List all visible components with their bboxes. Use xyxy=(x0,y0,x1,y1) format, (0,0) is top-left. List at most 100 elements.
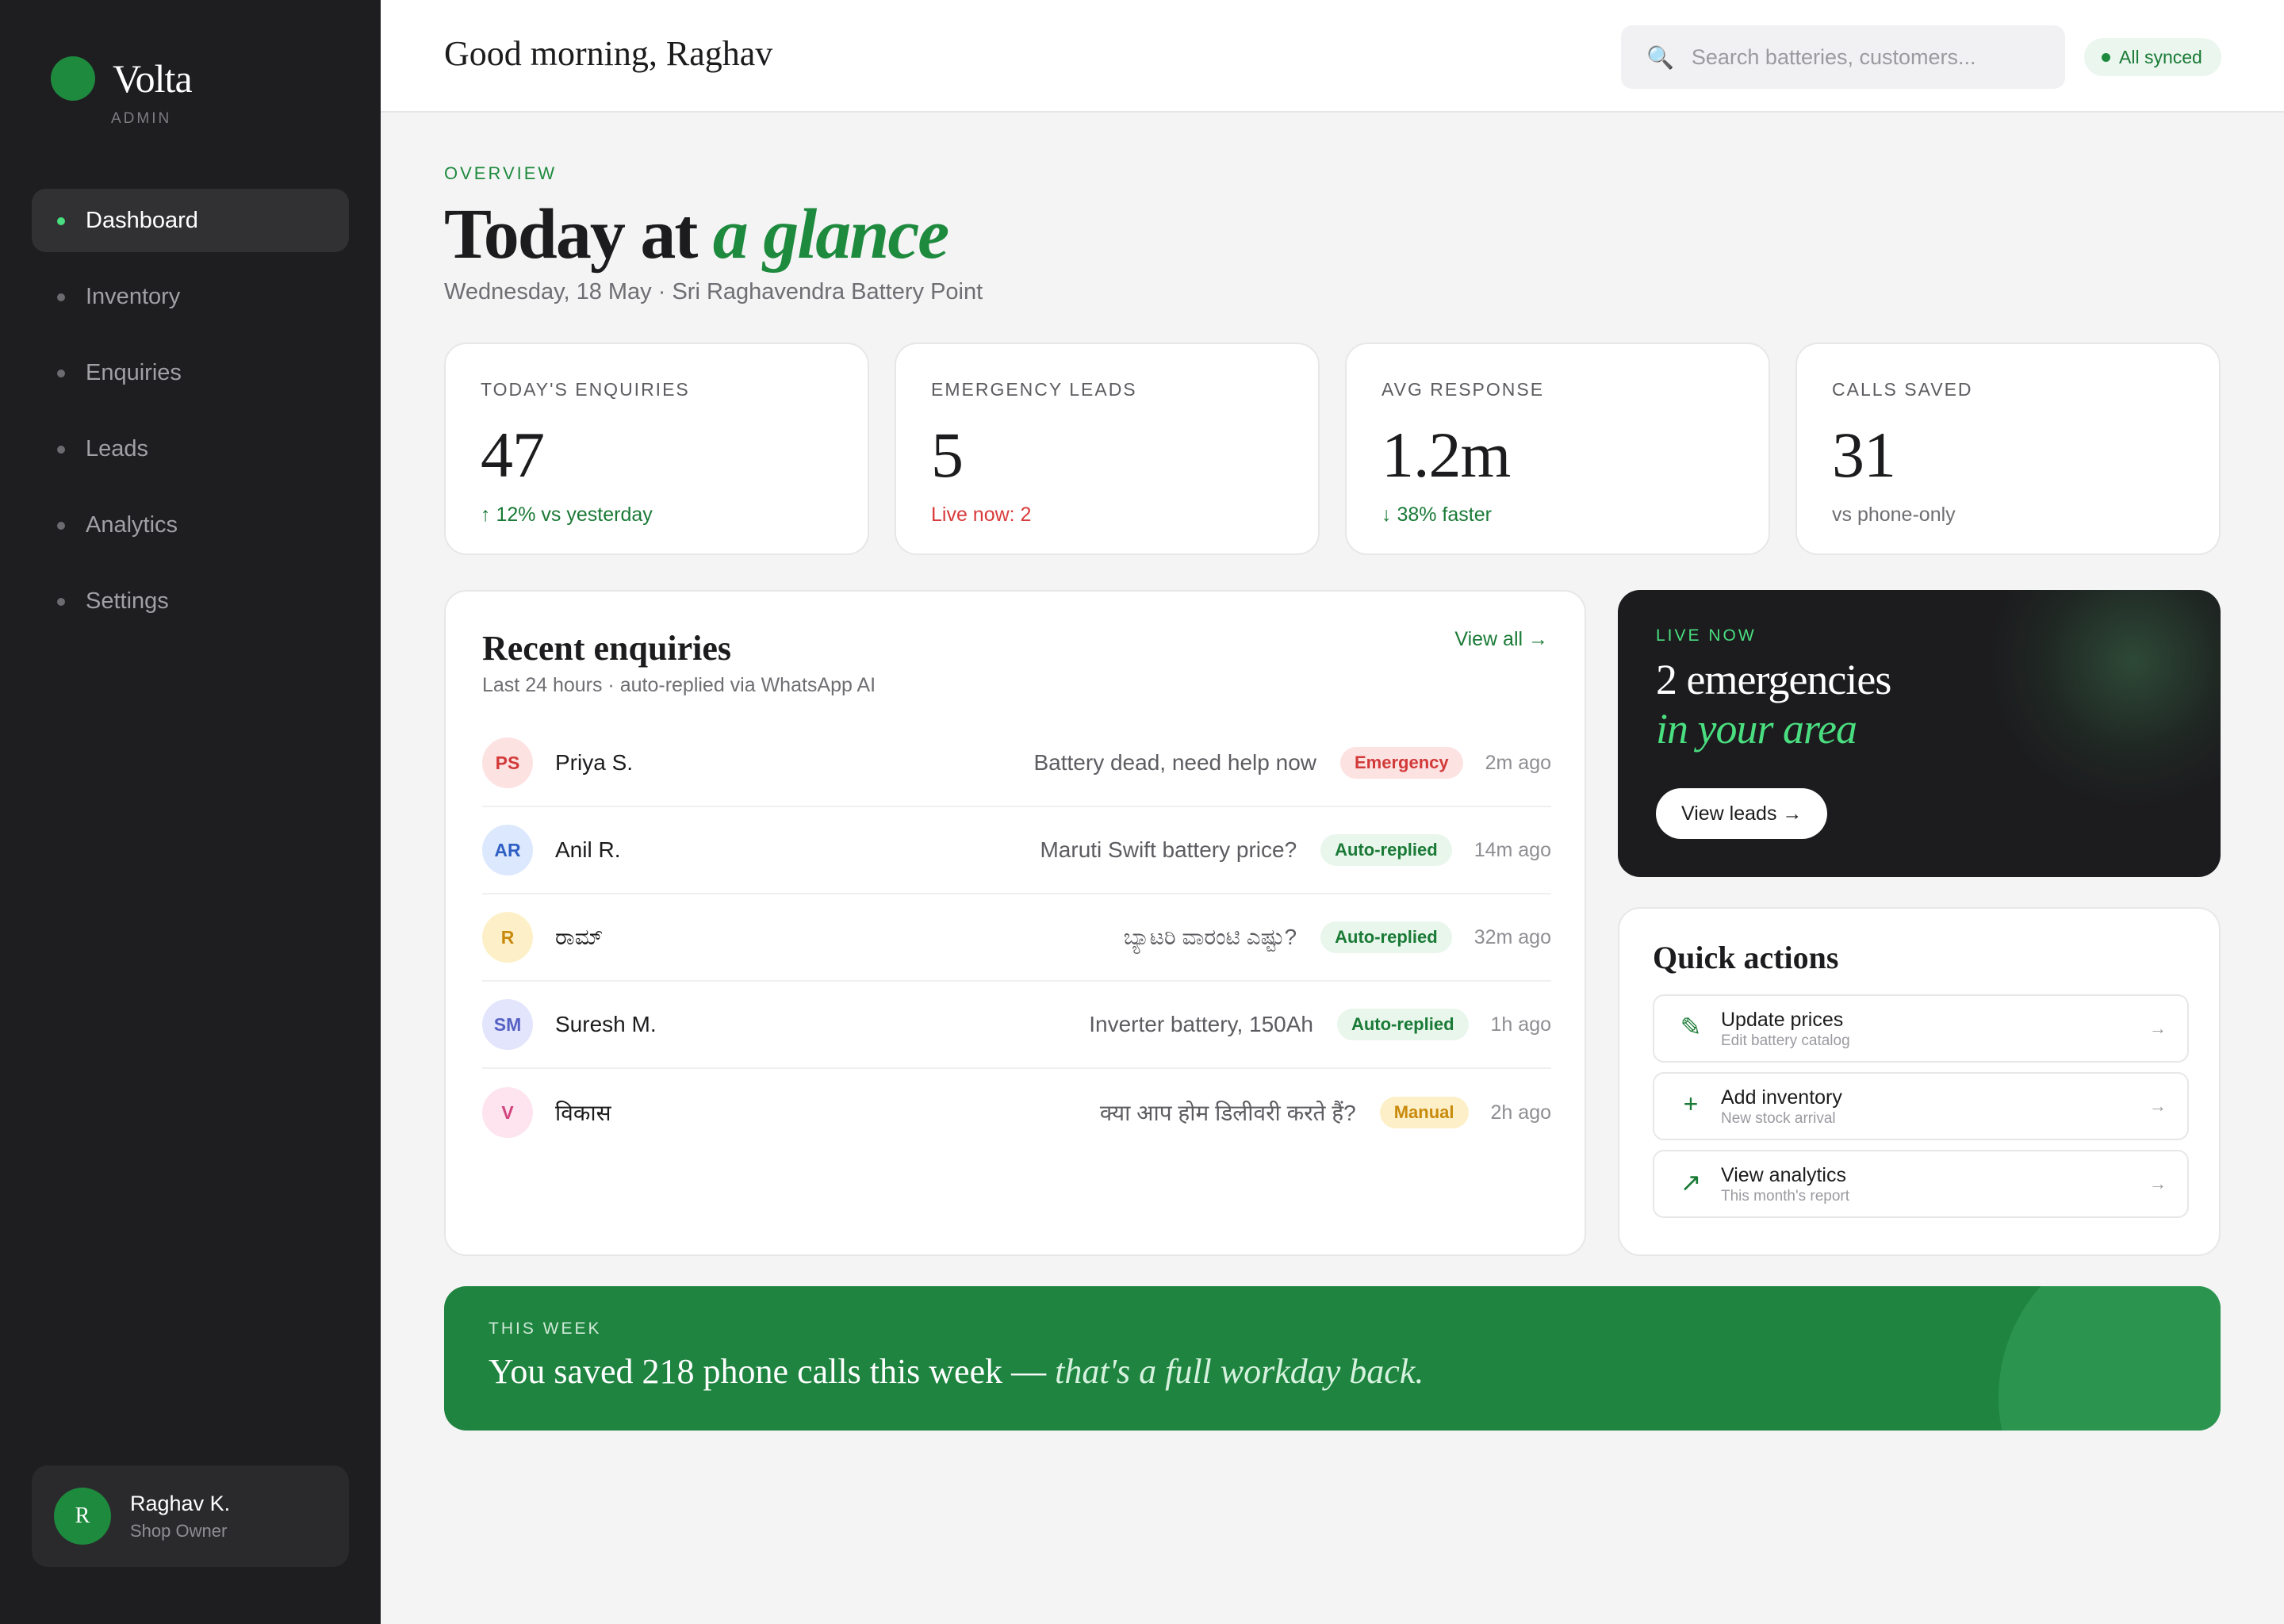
update-prices-button[interactable]: ✎ Update prices Edit battery catalog → xyxy=(1653,994,2189,1063)
action-subtitle: Edit battery catalog xyxy=(1721,1032,1850,1049)
page-title-accent: a glance xyxy=(712,195,949,274)
pencil-icon: ✎ xyxy=(1680,1013,1702,1041)
enquiry-message: Inverter battery, 150Ah xyxy=(1089,1012,1313,1036)
user-role: Shop Owner xyxy=(130,1520,228,1541)
list-item[interactable]: V विकास क्या आप होम डिलीवरी करते हैं? Ma… xyxy=(482,1069,1551,1156)
enquiry-message: Maruti Swift battery price? xyxy=(1040,837,1297,862)
list-item[interactable]: R ರಾಮ್ ಬ್ಯಾಟರಿ ವಾರಂಟಿ ಎಷ್ಟು? Auto-replie… xyxy=(482,894,1551,982)
brand-subtitle: ADMIN xyxy=(111,110,172,127)
arrow-right-icon: → xyxy=(2149,1018,2167,1038)
week-eyebrow: THIS WEEK xyxy=(489,1320,602,1338)
timestamp: 32m ago xyxy=(1473,925,1551,948)
stat-card-calls-saved[interactable]: CALLS SAVED 31 vs phone-only xyxy=(1795,343,2221,555)
sidebar: Volta ADMIN Dashboard Inventory Enquirie… xyxy=(0,0,381,1624)
action-subtitle: This month's report xyxy=(1721,1188,1850,1205)
action-title: View analytics xyxy=(1721,1164,1846,1186)
panel-subtitle: Last 24 hours · auto-replied via WhatsAp… xyxy=(482,674,876,696)
stat-card-enquiries[interactable]: TODAY'S ENQUIRIES 47 ↑ 12% vs yesterday xyxy=(444,343,869,555)
stat-trend: ↓ 38% faster xyxy=(1382,504,1492,526)
overview-eyebrow: OVERVIEW xyxy=(444,163,558,183)
view-all-link[interactable]: View all → xyxy=(1454,628,1548,651)
sync-status-badge: All synced xyxy=(2084,38,2221,76)
stat-trend: vs phone-only xyxy=(1832,504,1956,526)
avatar: V xyxy=(482,1087,533,1138)
timestamp: 14m ago xyxy=(1473,838,1551,861)
stat-label: EMERGENCY LEADS xyxy=(931,379,1137,400)
bullet-icon xyxy=(57,217,65,225)
sidebar-item-leads[interactable]: Leads xyxy=(32,417,349,481)
status-dot-icon xyxy=(2102,53,2110,62)
decorative-circle xyxy=(1998,1286,2221,1431)
sidebar-item-dashboard[interactable]: Dashboard xyxy=(32,189,349,252)
recent-enquiries-panel: Recent enquiries Last 24 hours · auto-re… xyxy=(444,590,1586,1256)
customer-name: विकास xyxy=(555,1101,611,1125)
brand-logo[interactable]: Volta xyxy=(51,56,193,102)
arrow-right-icon: → xyxy=(2149,1174,2167,1193)
action-subtitle: New stock arrival xyxy=(1721,1110,1836,1127)
bullet-icon xyxy=(57,370,65,377)
sidebar-item-settings[interactable]: Settings xyxy=(32,569,349,633)
customer-name: Suresh M. xyxy=(555,1012,657,1036)
avatar: SM xyxy=(482,999,533,1050)
list-item[interactable]: AR Anil R. Maruti Swift battery price? A… xyxy=(482,807,1551,894)
timestamp: 2h ago xyxy=(1490,1101,1551,1124)
sidebar-item-label: Inventory xyxy=(86,283,181,309)
sidebar-item-label: Enquiries xyxy=(86,359,182,385)
avatar: R xyxy=(54,1488,111,1545)
page-title-plain: Today at xyxy=(444,195,713,274)
sidebar-item-label: Dashboard xyxy=(86,207,198,233)
live-title: 2 emergencies in your area xyxy=(1656,655,1891,753)
view-analytics-button[interactable]: ↗ View analytics This month's report → xyxy=(1653,1150,2189,1218)
stat-label: CALLS SAVED xyxy=(1832,379,1973,400)
search-box[interactable]: 🔍 xyxy=(1621,25,2065,89)
timestamp: 2m ago xyxy=(1485,751,1551,774)
sidebar-item-inventory[interactable]: Inventory xyxy=(32,265,349,328)
sidebar-item-label: Leads xyxy=(86,435,149,462)
avatar: PS xyxy=(482,737,533,788)
decorative-glow xyxy=(1991,590,2221,804)
status-badge: Auto-replied xyxy=(1320,834,1452,866)
avatar: AR xyxy=(482,825,533,875)
view-leads-button[interactable]: View leads → xyxy=(1656,788,1828,839)
list-item[interactable]: PS Priya S. Battery dead, need help now … xyxy=(482,720,1551,807)
live-eyebrow: LIVE NOW xyxy=(1656,626,1757,645)
action-title: Add inventory xyxy=(1721,1086,1842,1109)
trend-arrow-icon: ↗ xyxy=(1680,1168,1702,1197)
status-badge: Auto-replied xyxy=(1336,1009,1469,1040)
stat-value: 1.2m xyxy=(1382,419,1511,491)
avatar: R xyxy=(482,912,533,963)
action-title: Update prices xyxy=(1721,1009,1844,1031)
brand-name: Volta xyxy=(113,56,193,101)
weekly-summary-banner: THIS WEEK You saved 218 phone calls this… xyxy=(444,1286,2221,1431)
live-title-line1: 2 emergencies xyxy=(1656,656,1891,703)
panel-title: Recent enquiries xyxy=(482,629,732,668)
top-bar: Good morning, Raghav 🔍 All synced xyxy=(381,0,2284,113)
panel-title: Quick actions xyxy=(1653,940,1839,975)
page-title: Today at a glance xyxy=(444,193,949,275)
customer-name: ರಾಮ್ xyxy=(555,924,604,949)
stat-value: 31 xyxy=(1832,419,1896,491)
stat-value: 5 xyxy=(931,419,964,491)
sync-status-label: All synced xyxy=(2119,46,2202,67)
timestamp: 1h ago xyxy=(1490,1013,1551,1036)
sidebar-item-enquiries[interactable]: Enquiries xyxy=(32,341,349,404)
status-badge: Auto-replied xyxy=(1320,921,1452,953)
stat-card-avg-response[interactable]: AVG RESPONSE 1.2m ↓ 38% faster xyxy=(1345,343,1770,555)
enquiry-message: Battery dead, need help now xyxy=(1033,750,1316,775)
list-item[interactable]: SM Suresh M. Inverter battery, 150Ah Aut… xyxy=(482,982,1551,1069)
status-badge: Emergency xyxy=(1339,747,1463,779)
sidebar-item-analytics[interactable]: Analytics xyxy=(32,493,349,557)
sidebar-item-label: Settings xyxy=(86,588,169,614)
bullet-icon xyxy=(57,522,65,530)
date-location-line: Wednesday, 18 May · Sri Raghavendra Batt… xyxy=(444,279,983,304)
week-text-plain: You saved 218 phone calls this week — xyxy=(489,1352,1056,1391)
status-badge: Manual xyxy=(1379,1097,1469,1128)
search-input[interactable] xyxy=(1691,44,2041,70)
enquiry-message: क्या आप होम डिलीवरी करते हैं? xyxy=(1099,1101,1356,1125)
week-text-accent: that's a full workday back. xyxy=(1055,1352,1424,1391)
stat-card-emergency-leads[interactable]: EMERGENCY LEADS 5 Live now: 2 xyxy=(895,343,1320,555)
add-inventory-button[interactable]: + Add inventory New stock arrival → xyxy=(1653,1072,2189,1140)
user-profile-card[interactable]: R Raghav K. Shop Owner xyxy=(32,1465,349,1567)
arrow-right-icon: → xyxy=(2149,1096,2167,1116)
bullet-icon xyxy=(57,598,65,606)
